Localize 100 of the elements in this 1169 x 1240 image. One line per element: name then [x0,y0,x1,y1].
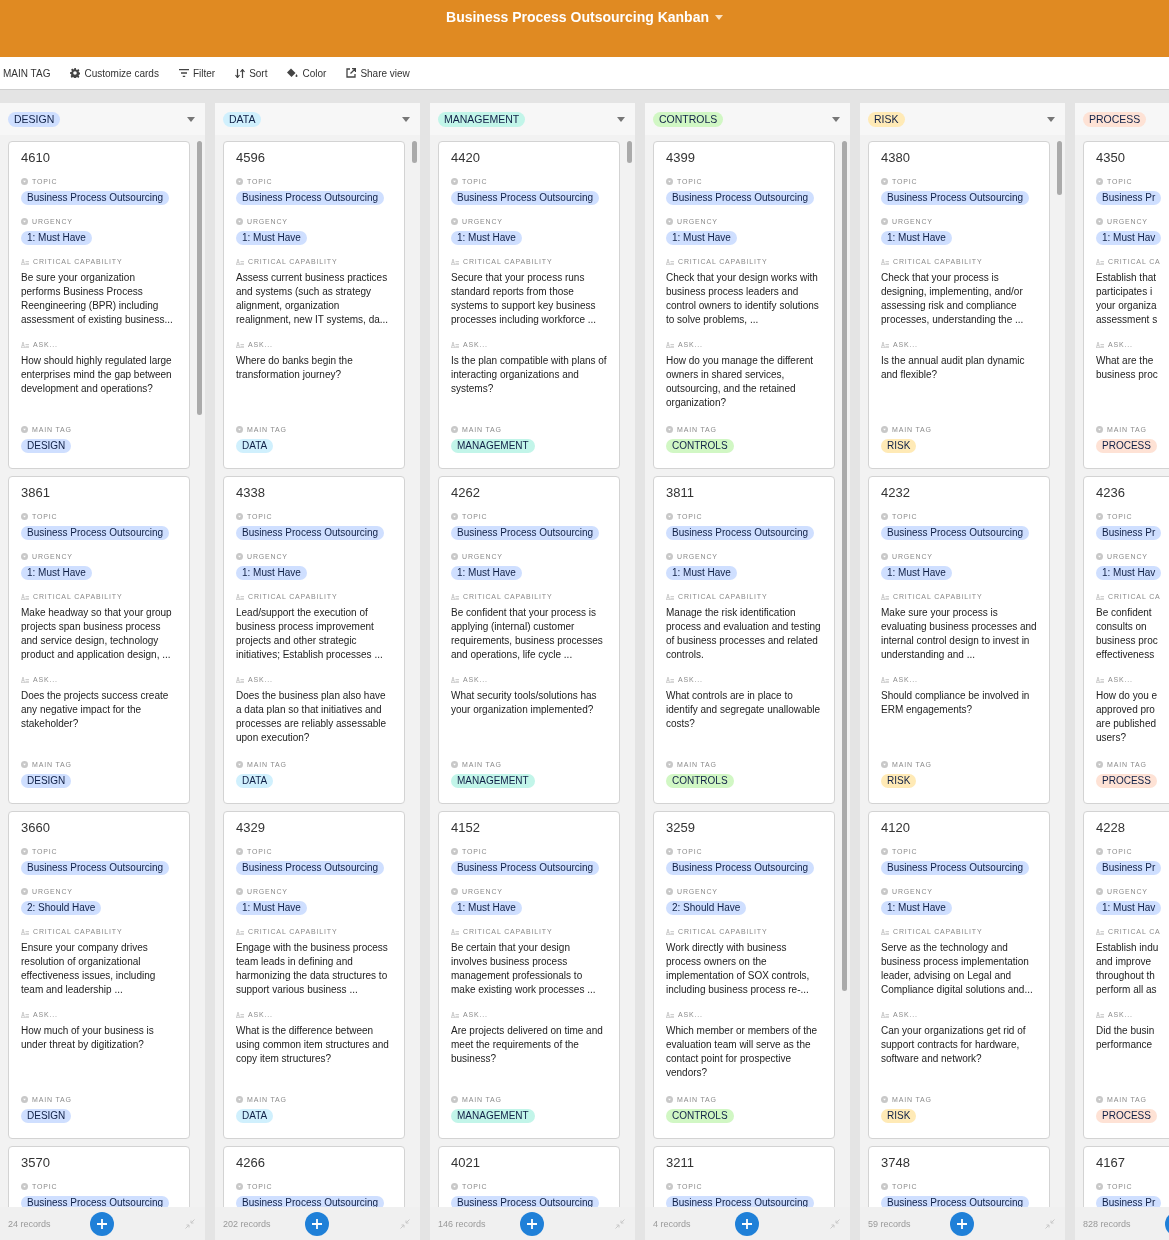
add-record-button[interactable] [89,1211,114,1236]
scrollbar[interactable] [842,141,847,991]
filter-button[interactable]: Filter [168,64,224,82]
dropdown-circle-icon [451,1183,458,1190]
option-tag: Business Process Outsourcing [881,861,1030,875]
record-card[interactable] [223,811,405,1139]
field-text: How should highly regulated large enterprises mind the gap between development and operations? [21,354,173,396]
main-tag: PROCESS [1096,774,1157,788]
option-tag: 1: Must Have [451,901,522,915]
dropdown-circle-icon [1096,1096,1103,1103]
text-lines-icon [881,341,889,348]
text-lines-icon [21,928,29,935]
option-tag: 1: Must Hav [1096,566,1162,580]
caret-down-icon[interactable] [832,116,840,122]
caret-down-icon[interactable] [617,116,625,122]
option-tag: Business Process Outsourcing [236,191,385,205]
group-by-button[interactable]: MAIN TAG [0,64,59,82]
field-text: Be confident that your process is applying (internal) customer requirements, business processes and operations, life cycle ... [451,606,604,662]
add-record-button[interactable] [304,1211,329,1236]
record-number: 4380 [881,150,910,166]
dropdown-circle-icon [881,1096,888,1103]
share-view-button[interactable]: Share view [336,64,418,82]
field-text: Ensure your company drives resolution of organizational effectiveness issues, including team and leadership ... [21,941,157,997]
field-text: Be sure your organization performs Business Process Reengineering (BPR) including assessment of existing business... [21,271,174,327]
sort-button[interactable]: Sort [225,64,276,82]
record-card[interactable] [438,476,620,804]
text-lines-icon [881,593,889,600]
field-text: How do you manage the different owners in shared services, outsourcing, and the retained organization? [666,354,815,410]
scrollbar[interactable] [1057,141,1062,195]
record-card[interactable] [438,811,620,1139]
record-number: 4329 [236,820,265,836]
option-tag: 1: Must Have [881,566,952,580]
option-tag: Business Process Outsourcing [881,526,1030,540]
record-card[interactable] [868,141,1050,469]
add-record-button[interactable] [519,1211,544,1236]
main-tag: DATA [236,439,274,453]
record-count: 59 records [868,1218,912,1229]
record-card[interactable] [653,141,835,469]
scrollbar[interactable] [412,141,417,163]
text-lines-icon [21,1011,29,1018]
record-number: 4236 [1096,485,1125,501]
dropdown-circle-icon [21,553,28,560]
dropdown-circle-icon [236,218,243,225]
dropdown-circle-icon [881,888,888,895]
dropdown-circle-icon [881,848,888,855]
paint-bucket-icon [287,68,299,78]
record-card[interactable] [8,476,190,804]
record-card[interactable] [223,476,405,804]
text-lines-icon [666,1011,674,1018]
option-tag: 1: Must Have [881,901,952,915]
record-number: 4021 [451,1155,480,1171]
record-count: 828 records [1083,1218,1132,1229]
customize-cards-button[interactable]: Customize cards [60,64,167,82]
option-tag: 1: Must Hav [1096,231,1162,245]
record-card[interactable] [868,476,1050,804]
caret-down-icon[interactable] [715,14,723,20]
dropdown-circle-icon [1096,1183,1103,1190]
caret-down-icon[interactable] [402,116,410,122]
caret-down-icon[interactable] [1047,116,1055,122]
record-card[interactable] [653,476,835,804]
record-card[interactable] [223,141,405,469]
text-lines-icon [1096,258,1104,265]
record-card[interactable] [653,811,835,1139]
option-tag: Business Process Outsourcing [21,191,170,205]
option-tag: 2: Should Have [21,901,102,915]
dropdown-circle-icon [1096,888,1103,895]
field-text: Establish indu and improve throughout th perform all as [1096,941,1160,997]
caret-down-icon[interactable] [187,116,195,122]
record-number: 4167 [1096,1155,1125,1171]
option-tag: 1: Must Have [236,901,307,915]
text-lines-icon [881,928,889,935]
record-number: 4338 [236,485,265,501]
record-number: 3660 [21,820,50,836]
dropdown-circle-icon [451,426,458,433]
dropdown-circle-icon [666,888,673,895]
add-record-button[interactable] [734,1211,759,1236]
plus-icon [741,1218,752,1229]
scrollbar[interactable] [627,141,632,163]
dropdown-circle-icon [21,218,28,225]
record-card[interactable] [868,811,1050,1139]
record-card[interactable] [8,811,190,1139]
field-text: Are projects delivered on time and meet the requirements of the business? [451,1024,604,1066]
option-tag: Business Pr [1096,861,1162,875]
field-text: What are the business proc [1096,354,1159,382]
color-button[interactable]: Color [277,64,335,82]
add-record-button[interactable] [949,1211,974,1236]
field-text: Where do banks begin the transformation journey? [236,354,354,382]
dropdown-circle-icon [881,1183,888,1190]
dropdown-circle-icon [881,178,888,185]
field-text: Serve as the technology and business process implementation leader, advising on Legal and Compliance digital solutions and... [881,941,1034,997]
scrollbar[interactable] [197,141,202,415]
record-count: 202 records [223,1218,272,1229]
record-card[interactable] [438,141,620,469]
text-lines-icon [666,676,674,683]
record-card[interactable] [8,141,190,469]
record-number: 4266 [236,1155,265,1171]
text-lines-icon [236,593,244,600]
field-text: Should compliance be involved in ERM engagements? [881,689,1031,717]
field-text: What controls are in place to identify and segregate unallowable costs? [666,689,821,731]
dropdown-circle-icon [666,178,673,185]
